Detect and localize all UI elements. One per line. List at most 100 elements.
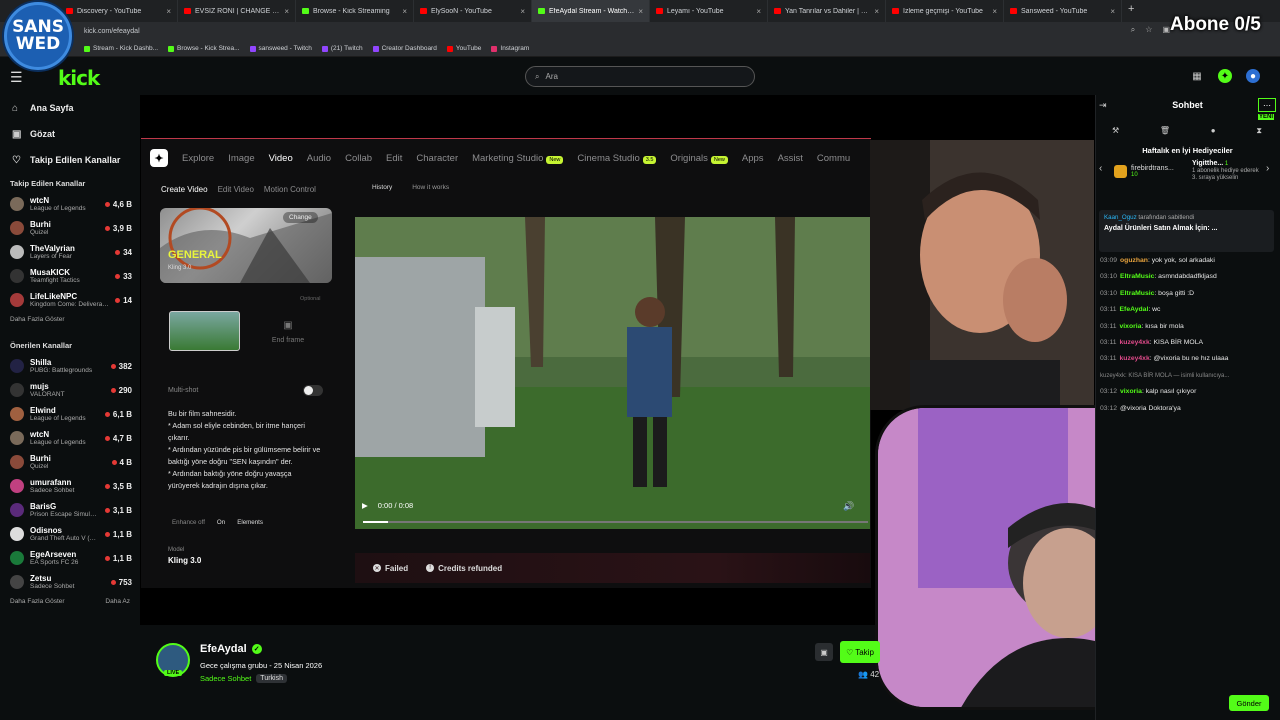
app-nav-item[interactable]: Video [269,153,293,164]
start-frame-thumbnail[interactable] [169,311,240,351]
message-user[interactable]: EfeAydal [1120,306,1149,313]
bookmark-item[interactable]: Instagram [491,45,529,52]
app-nav-item[interactable]: Commu [817,153,850,164]
bookmark-item[interactable]: (21) Twitch [321,45,363,52]
video-mode-tab[interactable]: Motion Control [264,185,316,194]
top-gifter-2[interactable]: Yigitthe... 1 1 abonelik hediye ederek 3… [1192,160,1262,182]
top-gifter-1[interactable]: firebirdtrans... 10 [1114,165,1174,178]
hourglass-icon[interactable]: ⧗ [1256,126,1262,136]
show-more-followed[interactable]: Daha Fazla Göster [0,312,140,327]
channel-item[interactable]: mujs VALORANT 290 [0,378,140,402]
tab-close-icon[interactable]: × [520,7,525,16]
user-avatar[interactable]: ● [1246,69,1260,83]
message-user[interactable]: vixoria [1120,323,1142,330]
kick-creator-icon[interactable]: ✦ [1218,69,1232,83]
volume-icon[interactable]: 🔊 [843,501,854,512]
chevron-right-icon[interactable]: › [1266,163,1269,174]
browser-tab[interactable]: Browse - Kick Streaming × [296,0,414,22]
send-button[interactable]: Gönder [1229,695,1269,711]
app-nav-item[interactable]: Image [228,153,254,164]
app-nav-item[interactable]: Cinema Studio 3.5 [577,153,657,164]
video-mode-tab[interactable]: Create Video [161,185,208,194]
search-input[interactable]: ⌕ Ara [525,66,755,87]
notification-bell-icon[interactable]: ▣ [815,643,833,661]
show-less-label[interactable]: Daha Az [105,598,130,605]
extension-icon[interactable]: ▣ [1162,25,1170,35]
browser-tab[interactable]: Yan Tanrılar vs Dahiler | Hangisi × [768,0,886,22]
progress-bar[interactable] [363,521,868,523]
message-user[interactable]: kuzey4xk [1120,339,1150,346]
app-nav-item[interactable]: Audio [307,153,331,164]
prompt-textarea[interactable]: Bu bir film sahnesidir. * Adam sol eliyl… [168,408,323,492]
browser-tab[interactable]: İzleme geçmişi - YouTube × [886,0,1004,22]
video-mode-tab[interactable]: Edit Video [218,185,254,194]
channel-item[interactable]: BarisG Prison Escape Simulator 3,1 B [0,498,140,522]
change-preset-button[interactable]: Change [283,212,318,223]
browser-tab[interactable]: ElySooN - YouTube × [414,0,532,22]
hamburger-menu-icon[interactable]: ☰ [10,69,23,86]
enhance-toggle[interactable]: Enhance off [172,519,205,526]
tab-close-icon[interactable]: × [402,7,407,16]
message-user[interactable]: oguzhan [1120,257,1148,264]
nav-item[interactable]: ▣ Gözat [0,121,140,147]
app-nav-item[interactable]: Character [416,153,458,164]
audio-toggle[interactable]: On [217,519,225,526]
bookmark-item[interactable]: Browse - Kick Strea... [168,45,240,52]
browser-tab[interactable]: EfeAydal Stream - Watch Live × [532,0,650,22]
app-nav-item[interactable]: Marketing Studio New [472,153,564,164]
tab-close-icon[interactable]: × [992,7,997,16]
bookmark-item[interactable]: YouTube [446,45,481,52]
follow-button[interactable]: ♡ Takip [840,641,880,663]
channel-item[interactable]: umurafann Sadece Sohbet 3,5 B [0,474,140,498]
tab-close-icon[interactable]: × [874,7,879,16]
app-nav-item[interactable]: Explore [182,153,214,164]
app-nav-item[interactable]: Originals New [670,153,728,164]
channel-item[interactable]: Elwind League of Legends 6,1 B [0,402,140,426]
bookmark-item[interactable]: Creator Dashboard [372,45,437,52]
bookmark-item[interactable]: Stream - Kick Dashb... [84,45,158,52]
browser-tab[interactable]: Discovery - YouTube × [60,0,178,22]
app-nav-item[interactable]: Assist [778,153,803,164]
zoom-icon[interactable]: ⌕ [1131,25,1135,35]
browser-tab[interactable]: Leyamı - YouTube × [650,0,768,22]
trash-icon[interactable]: 🗑 [1160,126,1170,136]
play-icon[interactable]: ▶ [362,501,368,510]
channel-item[interactable]: wtcN League of Legends 4,6 B [0,192,140,216]
channel-item[interactable]: Odisnos Grand Theft Auto V (GTA) 1,1 B [0,522,140,546]
channel-item[interactable]: Shilla PUBG: Battlegrounds 382 [0,354,140,378]
message-user[interactable]: EltraMusic [1120,273,1154,280]
channel-name[interactable]: EfeAydal [200,643,247,655]
channel-item[interactable]: Burhi Quizel 4 B [0,450,140,474]
tab-close-icon[interactable]: × [638,7,643,16]
message-user[interactable]: vixoria [1120,388,1142,395]
hammer-icon[interactable]: ⚒ [1112,126,1119,136]
kick-logo[interactable]: kick [58,66,100,90]
stream-manager-icon[interactable]: ▦ [1190,69,1204,83]
app-nav-item[interactable]: Apps [742,153,764,164]
browser-tab[interactable]: Sansweed - YouTube × [1004,0,1122,22]
tab-close-icon[interactable]: × [284,7,289,16]
message-user[interactable]: kuzey4xk [1120,355,1150,362]
message-user[interactable]: EltraMusic [1120,290,1154,297]
higgsfield-logo-icon[interactable]: ✦ [150,149,168,167]
channel-item[interactable]: MusaKICK Teamfight Tactics 33 [0,264,140,288]
url-text[interactable]: kick.com/efeaydal [84,28,140,35]
bookmark-item[interactable]: sansweed - Twitch [249,45,312,52]
elements-button[interactable]: Elements [237,519,263,526]
browser-tab[interactable]: EVSİZ RONI | CHANGE - YouTube× [178,0,296,22]
show-more-label[interactable]: Daha Fazla Göster [10,316,65,323]
star-icon[interactable]: ☆ [1145,25,1152,35]
channel-item[interactable]: Zetsu Sadece Sohbet 753 [0,570,140,594]
model-selector[interactable]: Model Kling 3.0 [168,547,323,565]
category-link[interactable]: Sadece Sohbet [200,674,251,683]
nav-item[interactable]: ♡ Takip Edilen Kanallar [0,147,140,173]
chevron-left-icon[interactable]: ‹ [1099,163,1102,174]
tab-close-icon[interactable]: × [1110,7,1115,16]
show-more-label[interactable]: Daha Fazla Göster [10,598,65,605]
end-frame-slot[interactable]: ▣ End frame [258,310,318,354]
tab-close-icon[interactable]: × [756,7,761,16]
channel-item[interactable]: EgeArseven EA Sports FC 26 1,1 B [0,546,140,570]
tab-close-icon[interactable]: × [166,7,171,16]
chat-menu-button[interactable]: ⋯ [1258,98,1276,112]
channel-item[interactable]: LifeLikeNPCKingdom Come: Deliverance II 1… [0,288,140,312]
